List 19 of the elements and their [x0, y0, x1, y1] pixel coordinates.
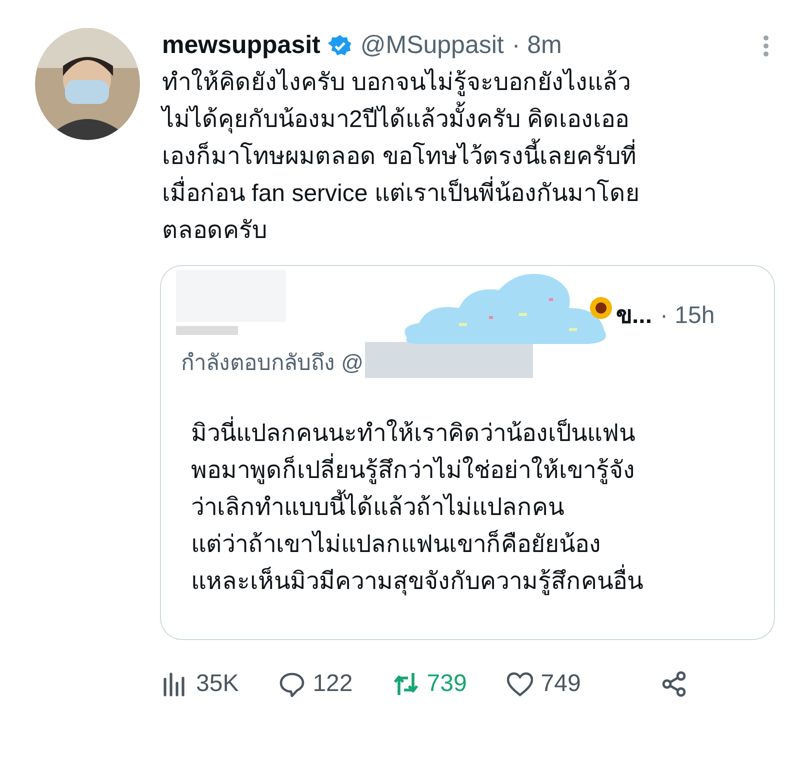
- user-handle[interactable]: @MSuppasit: [360, 27, 504, 65]
- heart-icon[interactable]: [506, 670, 533, 698]
- display-name[interactable]: mewsuppasit: [162, 27, 320, 65]
- quoted-tweet-text: มิวนี่แปลกคนนะทำให้เราคิดว่าน้องเป็นแฟน พอมาพูดก็เปลี่ยนรู้สึกว่าไม่ใช่อย่าให้เขารู้จัง ว่าเลิกทำแบบนี้ได้แล้วถ้าไม่แปลกคน แต่ว่าถ้าเขาไม่แปลกแฟนเขาก็คือยัยน้อง แหละเห็นมิวมีความสุขจังกับความรู้สึกคนอื่น: [191, 415, 754, 600]
- like-count: 749: [540, 669, 581, 699]
- sunflower-icon: [589, 296, 613, 320]
- tweet-text: ทำให้คิดยังไงครับ บอกจนไม่รู้จะบอกยังไงแล้ว ไม่ได้คุยกับน้องมา2ปีได้แล้วมั้งครับ คิดเองเออ เองก็มาโทษผมตลอด ขอโทษไว้ตรงนี้เลยครับที่ เมื่อก่อน fan service แต่เราเป็นพี่น้องกันมาโดย ตลอดครับ: [162, 67, 640, 246]
- redaction-bar: [176, 326, 238, 335]
- share-icon[interactable]: [660, 670, 687, 698]
- speech-bubble-icon[interactable]: [278, 670, 305, 698]
- quoted-timestamp: · 15h: [660, 301, 715, 331]
- timestamp[interactable]: · 8m: [512, 27, 562, 65]
- replying-to-label: กำลังตอบกลับถึง @: [181, 349, 364, 377]
- quoted-author-name[interactable]: ข...: [616, 298, 652, 334]
- quoted-tweet-card[interactable]: [160, 265, 775, 640]
- retweet-arrows-icon[interactable]: [392, 670, 419, 698]
- views-count: 35K: [196, 669, 239, 699]
- reply-count: 122: [312, 669, 353, 699]
- retweet-count: 739: [426, 669, 467, 699]
